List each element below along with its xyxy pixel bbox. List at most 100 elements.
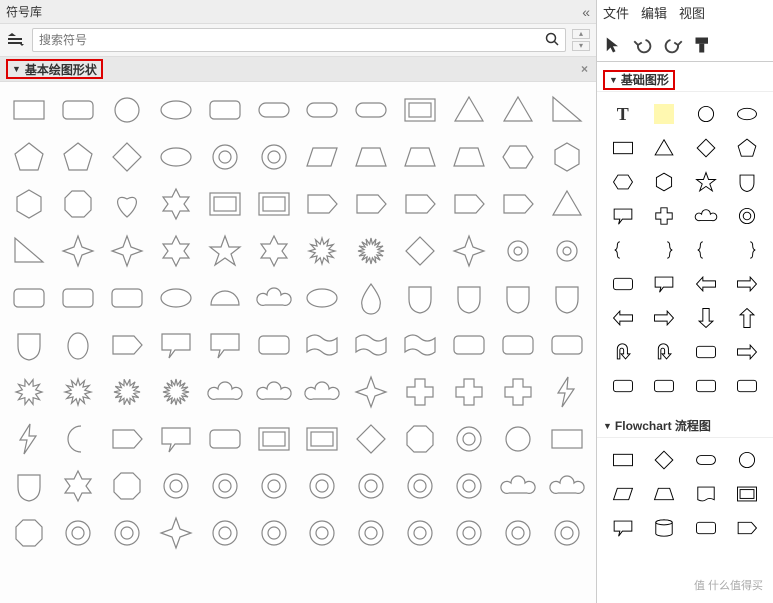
shape-item[interactable] xyxy=(645,512,685,544)
shape-item[interactable] xyxy=(645,98,685,130)
shape-item[interactable] xyxy=(603,302,643,334)
shape-item[interactable] xyxy=(686,166,726,198)
shape-item[interactable] xyxy=(446,229,492,273)
shape-item[interactable] xyxy=(645,268,685,300)
shape-item[interactable] xyxy=(686,268,726,300)
shape-item[interactable] xyxy=(251,417,297,461)
shape-item[interactable] xyxy=(348,135,394,179)
shape-item[interactable] xyxy=(495,417,541,461)
shape-item[interactable] xyxy=(55,182,101,226)
shape-item[interactable] xyxy=(603,166,643,198)
shape-item[interactable] xyxy=(202,88,248,132)
shape-item[interactable] xyxy=(728,336,768,368)
shape-item[interactable] xyxy=(728,302,768,334)
shape-item[interactable] xyxy=(202,511,248,555)
shape-item[interactable] xyxy=(300,135,346,179)
shape-item[interactable] xyxy=(686,132,726,164)
shape-item[interactable] xyxy=(645,336,685,368)
shape-item[interactable] xyxy=(153,135,199,179)
shape-item[interactable] xyxy=(55,229,101,273)
shape-item[interactable] xyxy=(728,268,768,300)
shape-item[interactable] xyxy=(104,88,150,132)
shape-item[interactable] xyxy=(728,98,768,130)
shape-item[interactable] xyxy=(728,234,768,266)
shape-item[interactable] xyxy=(728,512,768,544)
shape-item[interactable] xyxy=(153,323,199,367)
shape-item[interactable] xyxy=(397,417,443,461)
shape-item[interactable] xyxy=(446,182,492,226)
shape-item[interactable] xyxy=(645,166,685,198)
shape-item[interactable] xyxy=(686,478,726,510)
sort-down-icon[interactable]: ▾ xyxy=(572,41,590,51)
shape-item[interactable] xyxy=(544,229,590,273)
shape-item[interactable] xyxy=(202,464,248,508)
shape-item[interactable] xyxy=(6,88,52,132)
basic-shapes-header[interactable]: ▼ 基础图形 xyxy=(597,68,773,92)
shape-item[interactable] xyxy=(202,370,248,414)
shape-item[interactable] xyxy=(251,88,297,132)
shape-item[interactable] xyxy=(728,200,768,232)
shape-item[interactable] xyxy=(495,88,541,132)
shape-item[interactable] xyxy=(446,417,492,461)
shape-item[interactable] xyxy=(603,268,643,300)
shape-item[interactable] xyxy=(495,511,541,555)
shape-item[interactable] xyxy=(202,276,248,320)
shape-item[interactable] xyxy=(686,98,726,130)
shape-item[interactable] xyxy=(300,370,346,414)
shape-item[interactable] xyxy=(153,464,199,508)
shape-item[interactable] xyxy=(251,135,297,179)
shape-item[interactable] xyxy=(153,511,199,555)
library-menu-icon[interactable] xyxy=(6,30,26,50)
shape-item[interactable] xyxy=(300,182,346,226)
shape-item[interactable] xyxy=(6,229,52,273)
shape-item[interactable] xyxy=(397,370,443,414)
shape-item[interactable] xyxy=(6,417,52,461)
category-header[interactable]: ▼ 基本绘图形状 × xyxy=(0,56,596,82)
shape-item[interactable] xyxy=(55,511,101,555)
shape-item[interactable] xyxy=(6,511,52,555)
shape-item[interactable] xyxy=(645,132,685,164)
shape-item[interactable] xyxy=(495,370,541,414)
shape-item[interactable] xyxy=(300,417,346,461)
shape-item[interactable] xyxy=(6,276,52,320)
shape-item[interactable] xyxy=(603,234,643,266)
shape-item[interactable] xyxy=(446,135,492,179)
shape-item[interactable] xyxy=(728,132,768,164)
shape-item[interactable] xyxy=(603,478,643,510)
shape-item[interactable] xyxy=(104,229,150,273)
shape-item[interactable] xyxy=(397,323,443,367)
shape-item[interactable] xyxy=(55,88,101,132)
collapse-icon[interactable]: « xyxy=(582,4,590,20)
shape-item[interactable]: T xyxy=(603,98,643,130)
shape-item[interactable] xyxy=(251,323,297,367)
shape-item[interactable] xyxy=(348,370,394,414)
shape-item[interactable] xyxy=(300,229,346,273)
undo-icon[interactable] xyxy=(633,35,653,55)
flowchart-header[interactable]: ▼ Flowchart 流程图 xyxy=(597,414,773,438)
shape-item[interactable] xyxy=(645,302,685,334)
shape-item[interactable] xyxy=(728,478,768,510)
shape-item[interactable] xyxy=(300,511,346,555)
shape-item[interactable] xyxy=(104,182,150,226)
shape-item[interactable] xyxy=(251,370,297,414)
shape-item[interactable] xyxy=(300,88,346,132)
shape-item[interactable] xyxy=(348,511,394,555)
shape-item[interactable] xyxy=(495,323,541,367)
shape-item[interactable] xyxy=(645,234,685,266)
shape-item[interactable] xyxy=(55,464,101,508)
search-icon[interactable] xyxy=(545,32,559,49)
shape-item[interactable] xyxy=(6,464,52,508)
shape-item[interactable] xyxy=(153,182,199,226)
shape-item[interactable] xyxy=(686,200,726,232)
shape-item[interactable] xyxy=(6,182,52,226)
shape-item[interactable] xyxy=(446,88,492,132)
shape-item[interactable] xyxy=(251,229,297,273)
shape-item[interactable] xyxy=(55,417,101,461)
shape-item[interactable] xyxy=(104,370,150,414)
shape-item[interactable] xyxy=(348,464,394,508)
shape-item[interactable] xyxy=(300,323,346,367)
shape-item[interactable] xyxy=(686,302,726,334)
shape-item[interactable] xyxy=(544,370,590,414)
shape-item[interactable] xyxy=(251,276,297,320)
shape-item[interactable] xyxy=(603,512,643,544)
